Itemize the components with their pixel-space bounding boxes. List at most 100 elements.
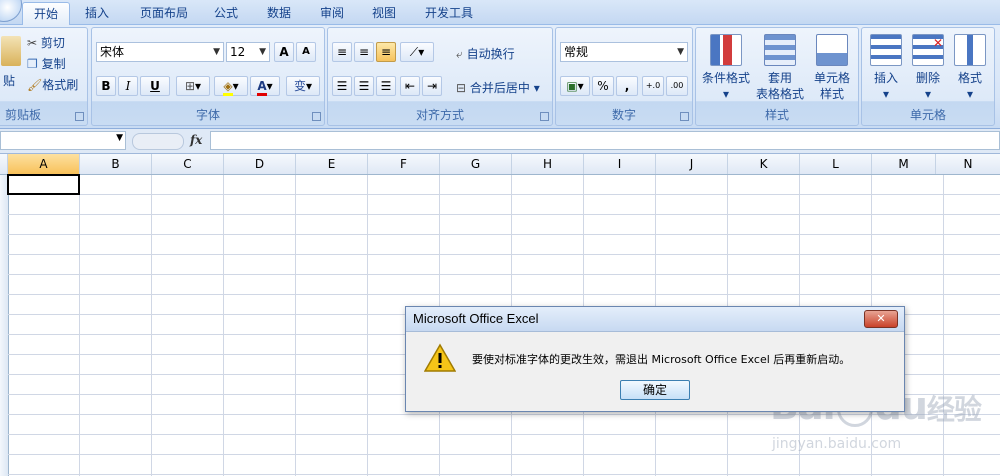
tab-data[interactable]: 数据 [258,2,300,24]
table-icon [764,34,796,66]
conditional-formatting-button[interactable]: 条件格式 ▾ [698,34,754,102]
column-header[interactable]: A [8,154,80,174]
number-format-combo[interactable]: 常规 ▼ [560,42,688,62]
tab-review[interactable]: 审阅 [312,2,352,24]
number-launcher-icon[interactable] [680,112,689,121]
insert-cells-button[interactable]: 插入 ▾ [866,34,906,102]
cut-button[interactable]: ✂ 剪切 [27,34,65,51]
tab-insert[interactable]: 插入 [76,2,118,24]
tab-page-layout[interactable]: 页面布局 [132,2,196,24]
font-launcher-icon[interactable] [312,112,321,121]
font-size-combo[interactable]: 12 ▼ [226,42,270,62]
font-color-button[interactable]: A▾ [250,76,280,96]
currency-button[interactable]: ▣▾ [560,76,590,96]
alignment-launcher-icon[interactable] [540,112,549,121]
align-top-button[interactable]: ≡ [332,42,352,62]
office-button[interactable] [0,0,22,22]
cells-group-label: 单元格 [909,108,946,122]
font-group-label: 字体 [195,108,220,122]
column-header[interactable]: E [296,154,368,174]
align-bottom-button[interactable]: ≡ [376,42,396,62]
clipboard-launcher-icon[interactable] [75,112,84,121]
chevron-down-icon: ▼ [213,47,220,57]
copy-icon: ❐ [27,57,38,71]
active-cell[interactable] [7,174,80,195]
decrease-decimal-button[interactable]: .00 [666,76,688,96]
column-header[interactable]: K [728,154,800,174]
format-as-table-label-1: 套用 [767,71,792,85]
italic-button[interactable]: I [118,76,138,96]
increase-decimal-button[interactable]: +.0 [642,76,664,96]
align-center-button[interactable]: ☰ [354,76,374,96]
close-button[interactable]: ✕ [864,310,898,328]
ok-button[interactable]: 确定 [620,380,690,400]
align-middle-button[interactable]: ≡ [354,42,374,62]
orientation-button[interactable]: ⟋▾ [400,42,434,62]
column-header[interactable]: C [152,154,224,174]
phonetic-button[interactable]: 变▾ [286,76,320,96]
cell-styles-icon [816,34,848,66]
column-header[interactable]: N [936,154,1000,174]
bold-button[interactable]: B [96,76,116,96]
tab-formulas[interactable]: 公式 [206,2,246,24]
dialog-titlebar[interactable]: Microsoft Office Excel ✕ [406,307,904,332]
tab-home[interactable]: 开始 [22,2,70,25]
column-header[interactable]: H [512,154,584,174]
align-right-button[interactable]: ☰ [376,76,396,96]
column-header[interactable]: I [584,154,656,174]
merge-center-label: 合并后居中 [469,81,530,95]
paint-bucket-icon: ◈ [223,79,233,96]
percent-button[interactable]: % [592,76,614,96]
grow-font-button[interactable]: A [274,42,294,62]
column-header[interactable]: F [368,154,440,174]
comma-button[interactable]: , [616,76,638,96]
chevron-down-icon: ▼ [259,47,266,57]
column-header[interactable]: J [656,154,728,174]
border-icon: ⊞ [184,79,196,93]
insert-function-icon[interactable]: fx [190,133,202,147]
format-cells-button[interactable]: 格式 ▾ [950,34,990,102]
delete-cells-button[interactable]: ✕ 删除 ▾ [908,34,948,102]
delete-rows-icon: ✕ [912,34,944,66]
insert-cells-label: 插入 [873,71,898,85]
merge-center-button[interactable]: ⊟ 合并后居中 ▾ [456,79,540,96]
column-header[interactable]: B [80,154,152,174]
paste-icon[interactable] [1,36,21,66]
tab-developer[interactable]: 开发工具 [416,2,482,24]
phonetic-icon: 变 [293,79,306,93]
select-all-corner[interactable] [0,154,8,174]
formula-bar-grip[interactable] [132,133,184,150]
font-size-value: 12 [230,45,246,59]
wrap-text-button[interactable]: ⤶ 自动换行 [456,45,515,62]
column-header[interactable]: D [224,154,296,174]
styles-group-label: 样式 [764,108,789,122]
format-painter-button[interactable]: 🖌格式刷 [27,76,78,93]
column-header[interactable]: M [872,154,936,174]
conditional-formatting-label: 条件格式 [701,71,750,85]
fill-color-button[interactable]: ◈▾ [214,76,248,96]
column-header[interactable]: L [800,154,872,174]
increase-indent-button[interactable]: ⇥ [422,76,442,96]
align-left-button[interactable]: ☰ [332,76,352,96]
shrink-font-button[interactable]: A [296,42,316,62]
chevron-down-icon[interactable]: ▼ [116,133,123,143]
format-cells-label: 格式 [957,71,982,85]
formula-bar: ▼ fx [0,129,1000,154]
font-name-combo[interactable]: 宋体 ▼ [96,42,224,62]
decrease-indent-button[interactable]: ⇤ [400,76,420,96]
name-box[interactable]: ▼ [0,131,126,150]
format-as-table-label-2: 表格格式 [755,87,804,101]
formula-input[interactable] [210,131,1000,150]
column-header[interactable]: G [440,154,512,174]
copy-label: 复制 [41,57,66,71]
underline-button[interactable]: U [140,76,170,96]
column-headers: A B C D E F G H I J K L M N [0,154,1000,175]
cell-styles-button[interactable]: 单元格 样式 [806,34,858,102]
font-group: 宋体 ▼ 12 ▼ A A B I U ⊞▾ ◈▾ A▾ 变▾ 字体 [91,27,325,126]
paste-button[interactable]: 贴 [3,72,15,89]
format-as-table-button[interactable]: 套用 表格格式 [752,34,808,102]
tab-view[interactable]: 视图 [364,2,404,24]
border-button[interactable]: ⊞▾ [176,76,210,96]
ribbon-tab-bar: 开始 插入 页面布局 公式 数据 审阅 视图 开发工具 [0,0,1000,25]
copy-button[interactable]: ❐ 复制 [27,55,66,72]
